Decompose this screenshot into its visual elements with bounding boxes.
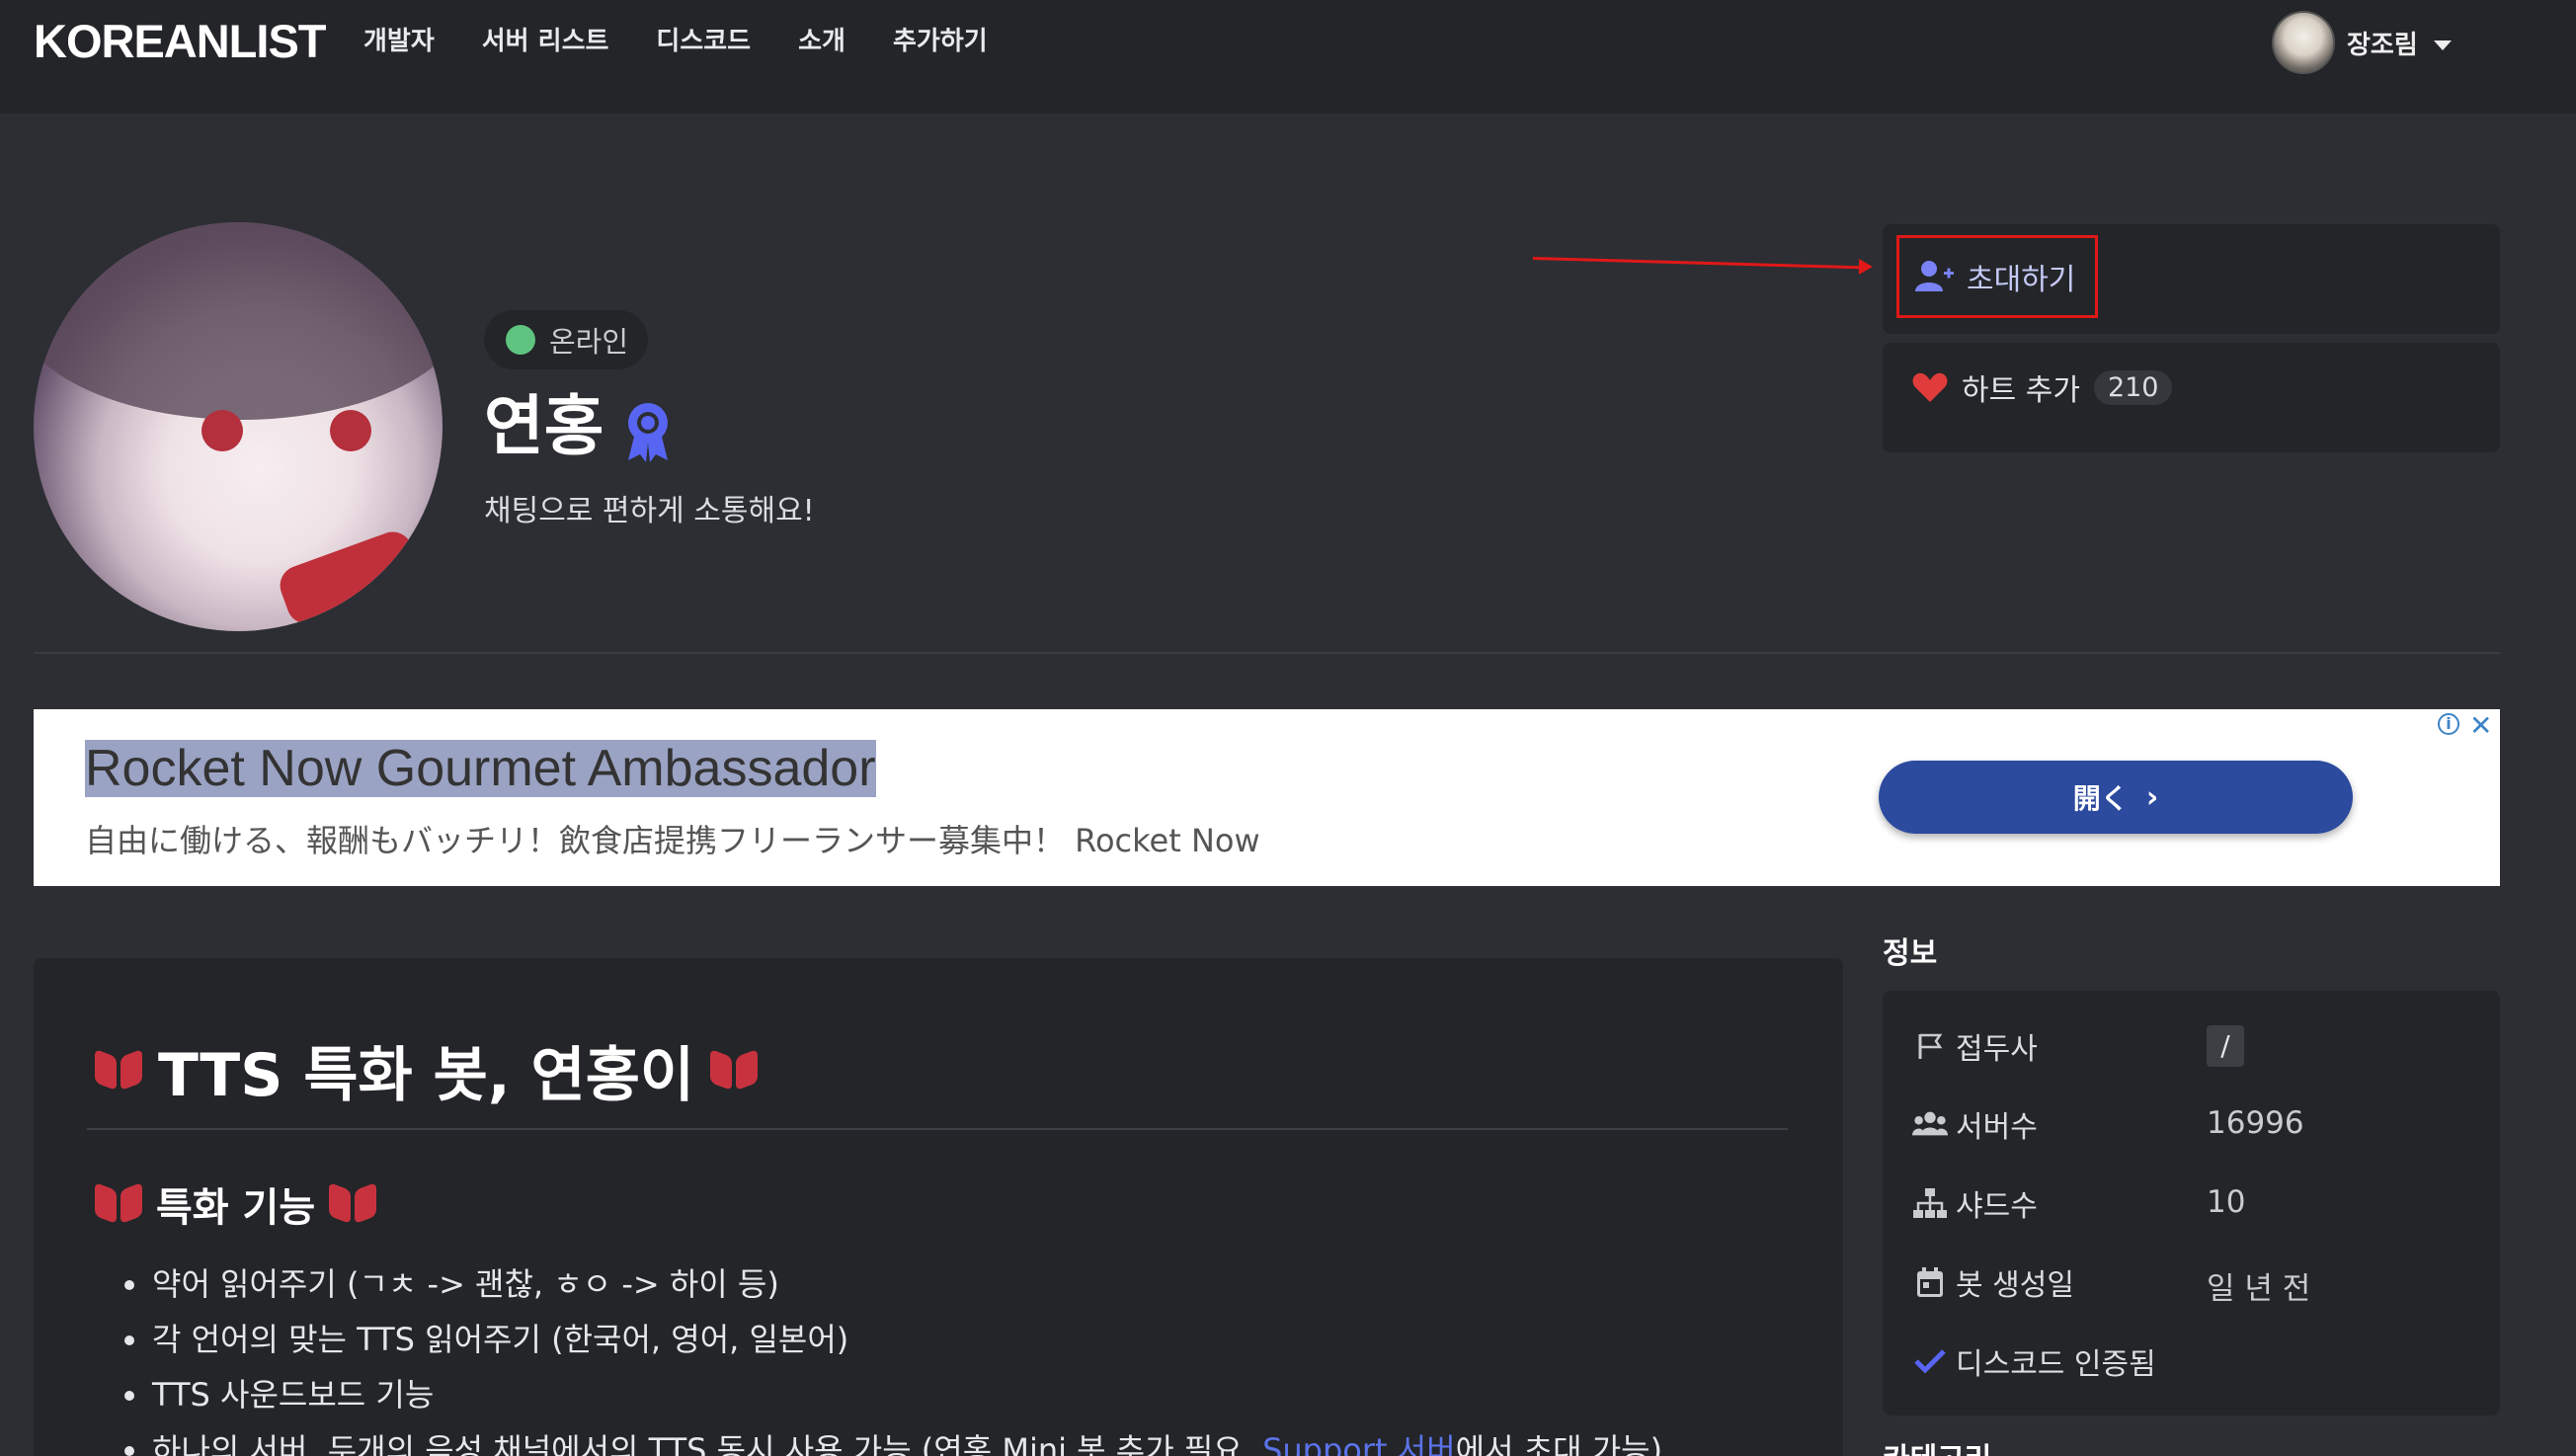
ad-info-icon[interactable]: i (2438, 713, 2459, 735)
ad-open-label: 開く (2072, 782, 2129, 815)
add-heart-button[interactable]: 하트 추가 210 (1912, 365, 2173, 409)
users-icon (1912, 1106, 1948, 1142)
top-navbar: KOREANLIST 개발자 서버 리스트 디스코드 소개 추가하기 장조림 (0, 0, 2576, 114)
info-row-servers: 서버수 (1912, 1099, 2203, 1149)
calendar-icon (1912, 1264, 1948, 1300)
servers-value: 16996 (2207, 1105, 2304, 1141)
user-avatar[interactable] (2272, 11, 2335, 74)
ribbon-icon (329, 1180, 376, 1228)
category-title: 카테고리 (1883, 1434, 1991, 1456)
check-icon (1912, 1343, 1948, 1379)
bot-avatar (34, 222, 443, 631)
list-item: 각 언어의 맞는 TTS 읽어주기 (한국어, 영어, 일본어) (124, 1312, 1662, 1367)
heart-count: 210 (2093, 369, 2173, 405)
flag-icon (1912, 1028, 1948, 1064)
online-dot-icon (506, 325, 535, 355)
shards-value: 10 (2207, 1184, 2246, 1220)
ad-subtitle[interactable]: 自由に働ける、報酬もバッチリ！飲食店提携フリーランサー募集中！ Rocket N… (85, 816, 1260, 861)
ribbon-icon (710, 1047, 758, 1094)
invite-button[interactable]: 초대하기 (1896, 235, 2098, 318)
sitemap-icon (1912, 1185, 1948, 1221)
features-heading: 특화 기능 (95, 1175, 376, 1233)
list-item: 약어 읽어주기 (ㄱㅊ -> 괜찮, ㅎㅇ -> 하이 등) (124, 1256, 1662, 1312)
description-heading: TTS 특화 봇, 연홍이 (95, 1027, 758, 1113)
site-logo[interactable]: KOREANLIST (34, 14, 326, 68)
heart-label: 하트 추가 (1962, 373, 2080, 408)
ribbon-icon (95, 1180, 142, 1228)
status-label: 온라인 (549, 325, 629, 359)
user-name[interactable]: 장조림 (2347, 25, 2418, 61)
support-server-link[interactable]: Support 서버 (1262, 1431, 1456, 1456)
created-value: 일 년 전 (2207, 1271, 2311, 1307)
status-badge: 온라인 (484, 310, 649, 369)
annotation-arrow-line (1532, 257, 1869, 270)
nav-link-add[interactable]: 추가하기 (893, 24, 988, 59)
heart-icon (1912, 372, 1948, 402)
info-row-shards: 샤드수 (1912, 1178, 2203, 1228)
annotation-arrow-head (1859, 259, 1873, 275)
section-divider (34, 652, 2500, 654)
nav-links: 개발자 서버 리스트 디스코드 소개 추가하기 (363, 24, 1035, 59)
chevron-down-icon[interactable] (2433, 40, 2452, 50)
heading-divider (87, 1128, 1788, 1130)
prefix-value: / (2207, 1025, 2244, 1067)
info-row-prefix: 접두사 (1912, 1021, 2203, 1071)
ad-open-button[interactable]: 開く › (1879, 761, 2353, 834)
info-row-created: 봇 생성일 (1912, 1257, 2203, 1307)
verified-badge-icon (628, 403, 668, 462)
list-item: TTS 사운드보드 기능 (124, 1367, 1662, 1422)
ribbon-icon (95, 1047, 142, 1094)
info-row-verified: 디스코드 인증됨 (1912, 1336, 2203, 1386)
ad-close-icon[interactable]: ✕ (2469, 709, 2492, 742)
invite-label: 초대하기 (1967, 263, 2076, 297)
nav-link-about[interactable]: 소개 (798, 24, 845, 59)
bot-name: 연홍 (484, 388, 604, 464)
chevron-right-icon: › (2145, 779, 2159, 815)
features-list: 약어 읽어주기 (ㄱㅊ -> 괜찮, ㅎㅇ -> 하이 등) 각 언어의 맞는 … (124, 1256, 1662, 1456)
user-menu[interactable]: 장조림 (2272, 11, 2452, 74)
bot-tagline: 채팅으로 편하게 소통해요! (484, 494, 815, 528)
ad-title[interactable]: Rocket Now Gourmet Ambassador (85, 739, 876, 798)
ad-banner[interactable]: Rocket Now Gourmet Ambassador 自由に働ける、報酬も… (34, 709, 2500, 886)
nav-link-discord[interactable]: 디스코드 (656, 24, 751, 59)
user-plus-icon (1915, 261, 1954, 291)
nav-link-developers[interactable]: 개발자 (363, 24, 435, 59)
info-title: 정보 (1883, 936, 1938, 971)
nav-link-server-list[interactable]: 서버 리스트 (482, 24, 609, 59)
list-item: 하나의 서버, 두개의 음성 채널에서의 TTS 동시 사용 가능 (연홍 Mi… (124, 1422, 1662, 1456)
